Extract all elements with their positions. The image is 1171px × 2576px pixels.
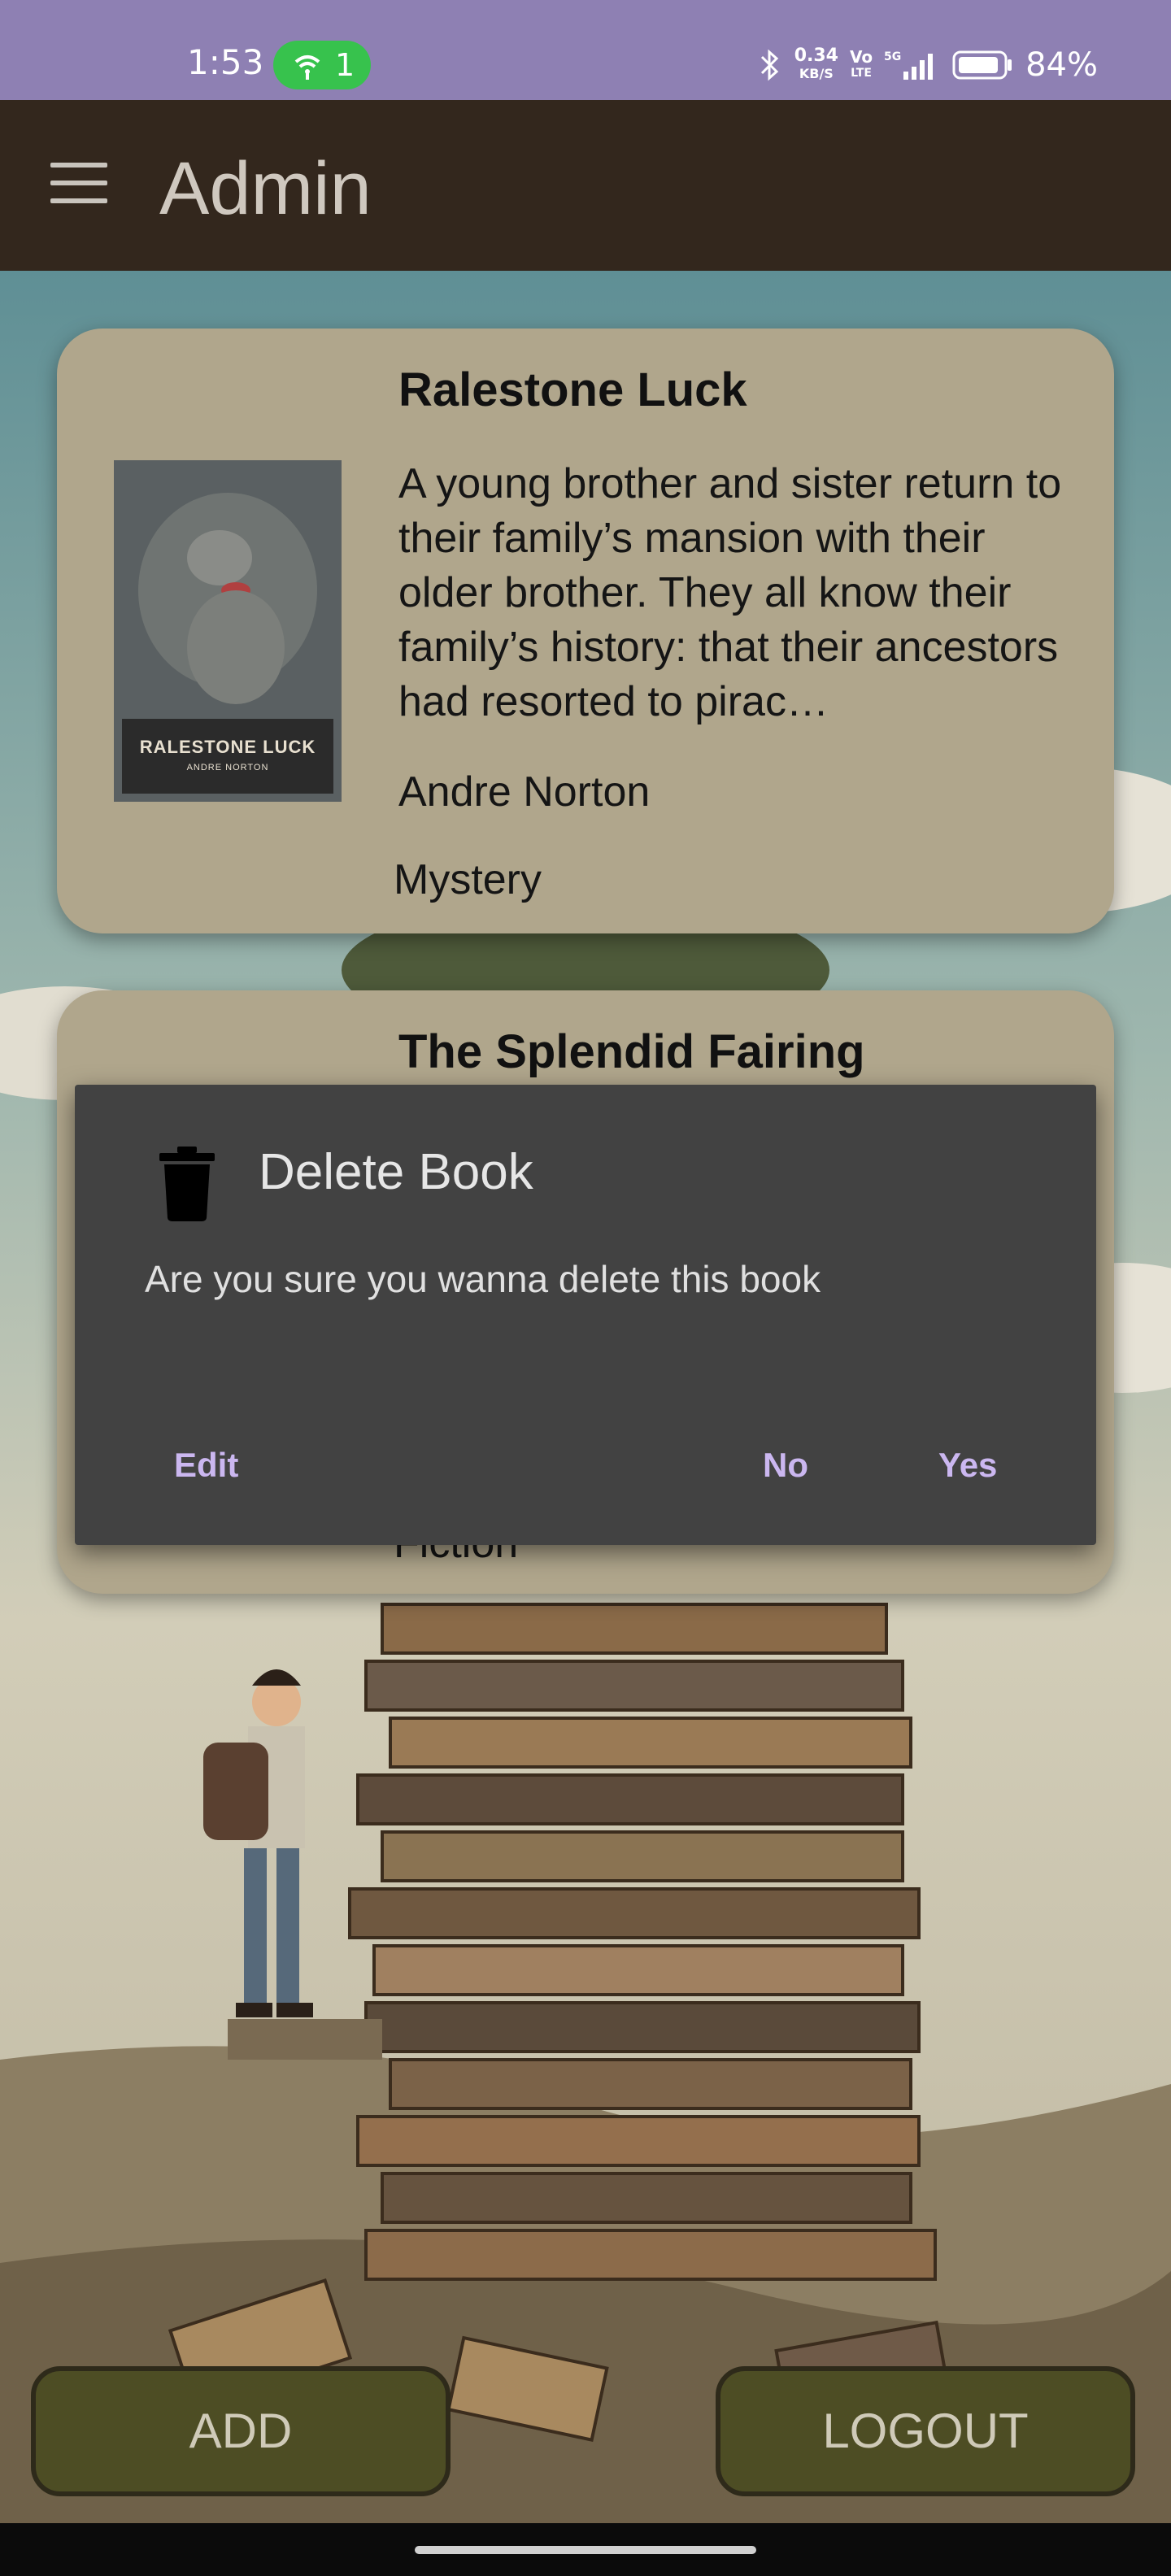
logout-button[interactable]: LOGOUT — [716, 2366, 1135, 2496]
cover-author: ANDRE NORTON — [186, 763, 269, 772]
trash-icon — [159, 1147, 215, 1221]
edit-button[interactable]: Edit — [161, 1438, 251, 1493]
bluetooth-icon — [760, 49, 778, 81]
home-gesture-handle[interactable] — [415, 2546, 756, 2554]
svg-text:5G: 5G — [884, 50, 901, 63]
book-title: Ralestone Luck — [398, 363, 747, 416]
book-title: The Splendid Fairing — [398, 1025, 865, 1078]
yes-button[interactable]: Yes — [925, 1438, 1010, 1493]
book-author: Andre Norton — [398, 768, 651, 816]
book-description: A young brother and sister return to the… — [398, 460, 1062, 725]
book-card[interactable]: RALESTONE LUCK ANDRE NORTON Ralestone Lu… — [57, 329, 1114, 933]
dialog-title: Delete Book — [259, 1144, 533, 1200]
status-bar: 1:53 1 0.34 KB/S Vo LTE 5G 84% — [0, 0, 1171, 100]
delete-book-dialog: Delete Book Are you sure you wanna delet… — [75, 1085, 1096, 1545]
battery-icon — [952, 50, 1012, 80]
network-speed: 0.34 KB/S — [794, 46, 838, 82]
hamburger-menu-icon[interactable] — [50, 163, 107, 207]
signal-icon: 5G — [884, 50, 934, 80]
system-navigation-bar — [0, 2523, 1171, 2576]
hotspot-badge: 1 — [273, 41, 371, 89]
book-cover-image: RALESTONE LUCK ANDRE NORTON — [114, 460, 342, 802]
volte-indicator: Vo LTE — [849, 47, 873, 80]
add-button[interactable]: ADD — [31, 2366, 451, 2496]
no-button[interactable]: No — [750, 1438, 821, 1493]
book-genre: Mystery — [394, 856, 542, 903]
battery-percent: 84% — [1025, 46, 1098, 84]
status-time: 1:53 — [187, 42, 264, 82]
hotspot-icon — [294, 55, 320, 80]
hotspot-count: 1 — [335, 47, 355, 83]
page-title: Admin — [159, 147, 372, 230]
dialog-message: Are you sure you wanna delete this book — [145, 1258, 821, 1300]
cover-title: RALESTONE LUCK — [139, 737, 316, 757]
